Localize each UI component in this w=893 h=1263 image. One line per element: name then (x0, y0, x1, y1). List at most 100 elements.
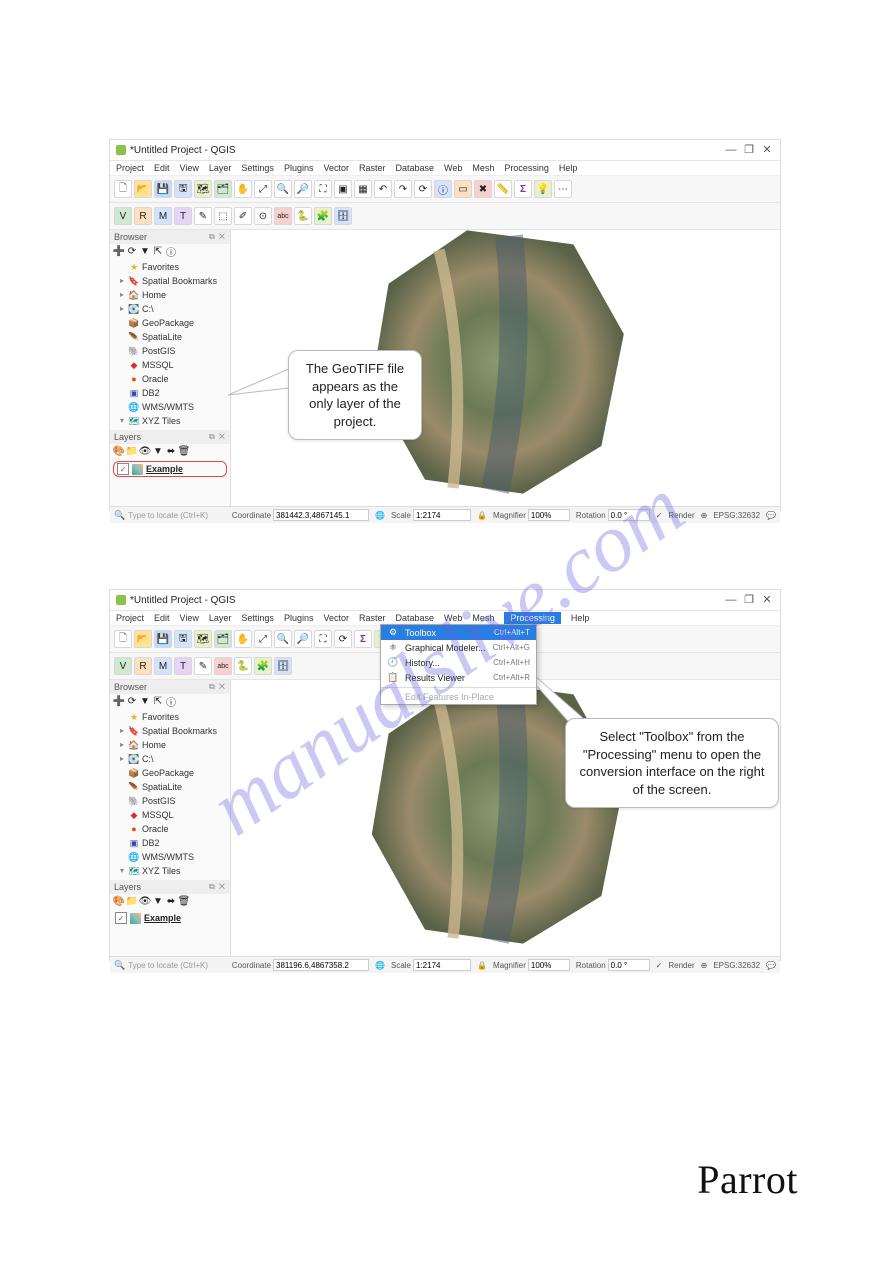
crs-icon[interactable]: ⊕ (701, 511, 708, 520)
coordinate-field[interactable] (273, 509, 369, 521)
browser-props-icon[interactable]: ⓘ (166, 246, 176, 256)
menu-vector[interactable]: Vector (323, 613, 349, 623)
browser-refresh-icon[interactable]: ⟳ (127, 696, 137, 706)
menu-settings[interactable]: Settings (241, 613, 274, 623)
menu-edit[interactable]: Edit (154, 613, 170, 623)
browser-collapse-icon[interactable]: ⇱ (153, 696, 163, 706)
maximize-button[interactable]: ❐ (742, 595, 756, 606)
close-button[interactable]: ✕ (760, 595, 774, 606)
browser-node-drive[interactable]: ▸💽C:\ (110, 302, 230, 316)
menu-web[interactable]: Web (444, 163, 462, 173)
sigma-icon[interactable]: Σ (354, 630, 372, 648)
browser-node-pg[interactable]: 🐘PostGIS (110, 794, 230, 808)
browser-add-icon[interactable]: ➕ (114, 696, 124, 706)
browser-tree[interactable]: ★Favorites▸🔖Spatial Bookmarks▸🏠Home▸💽C:\… (110, 708, 230, 880)
python-icon[interactable]: 🐍 (234, 657, 252, 675)
menu-view[interactable]: View (180, 613, 199, 623)
browser-node-feather[interactable]: 🪶SpatiaLite (110, 780, 230, 794)
zoom-out-icon[interactable]: 🔎 (294, 180, 312, 198)
sigma-icon[interactable]: Σ (514, 180, 532, 198)
menu-project[interactable]: Project (116, 613, 144, 623)
edit-icon[interactable]: ✎ (194, 207, 212, 225)
locator-search[interactable]: 🔍Type to locate (Ctrl+K) (114, 960, 208, 971)
new-project-icon[interactable]: 🗋 (114, 630, 132, 648)
browser-node-db2[interactable]: ▣DB2 (110, 386, 230, 400)
layers-style-icon[interactable]: 🎨 (114, 446, 124, 456)
menu-mesh[interactable]: Mesh (472, 163, 494, 173)
browser-node-wms[interactable]: 🌐WMS/WMTS (110, 850, 230, 864)
maximize-button[interactable]: ❐ (742, 145, 756, 156)
menu-database[interactable]: Database (396, 613, 435, 623)
browser-tree[interactable]: ★Favorites▸🔖Spatial Bookmarks▸🏠Home▸💽C:\… (110, 258, 230, 430)
select-icon[interactable]: ▭ (454, 180, 472, 198)
new-project-icon[interactable]: 🗋 (114, 180, 132, 198)
snap-icon[interactable]: ⊙ (254, 207, 272, 225)
digitize-icon[interactable]: ✐ (234, 207, 252, 225)
layout-icon[interactable]: 🗺 (194, 630, 212, 648)
browser-node-oracle[interactable]: ●Oracle (110, 372, 230, 386)
browser-node-drive[interactable]: ▸💽C:\ (110, 752, 230, 766)
save-project-icon[interactable]: 💾 (154, 180, 172, 198)
expand-icon[interactable]: ▸ (120, 275, 126, 287)
browser-node-bookmark[interactable]: ▸🔖Spatial Bookmarks (110, 724, 230, 738)
pan-icon[interactable]: ✋ (234, 630, 252, 648)
browser-node-xyz[interactable]: ▾🗺XYZ Tiles (110, 864, 230, 878)
menu-plugins[interactable]: Plugins (284, 163, 314, 173)
toolbar-more-icon[interactable]: ⋯ (554, 180, 572, 198)
menu-mesh[interactable]: Mesh (472, 613, 494, 623)
browser-node-gpkg[interactable]: 📦GeoPackage (110, 766, 230, 780)
menu-item-results-viewer[interactable]: 📋Results ViewerCtrl+Alt+R (381, 670, 536, 685)
menu-edit[interactable]: Edit (154, 163, 170, 173)
layers-list[interactable]: ✓ Example (110, 908, 230, 956)
refresh-icon[interactable]: ⟳ (334, 630, 352, 648)
zoom-layer-icon[interactable]: ▦ (354, 180, 372, 198)
expand-icon[interactable]: ▸ (120, 725, 126, 737)
pan-selection-icon[interactable]: ⤢ (254, 180, 272, 198)
save-as-icon[interactable]: 🖫 (174, 630, 192, 648)
messages-icon[interactable]: 💬 (766, 961, 776, 970)
layer-example[interactable]: ✓ Example (113, 911, 227, 925)
expand-icon[interactable]: ▸ (120, 753, 126, 765)
browser-refresh-icon[interactable]: ⟳ (127, 246, 137, 256)
crs-toggle-icon[interactable]: 🌐 (375, 511, 385, 520)
menu-help[interactable]: Help (571, 613, 590, 623)
measure-icon[interactable]: 📏 (494, 180, 512, 198)
browser-filter-icon[interactable]: ▼ (140, 246, 150, 256)
add-delimited-icon[interactable]: T (174, 207, 192, 225)
zoom-out-icon[interactable]: 🔎 (294, 630, 312, 648)
scale-field[interactable] (413, 509, 471, 521)
layout-manager-icon[interactable]: 🗂 (214, 630, 232, 648)
crs-value[interactable]: EPSG:32632 (713, 511, 760, 520)
zoom-full-icon[interactable]: ⛶ (314, 630, 332, 648)
db-icon[interactable]: 🗄 (274, 657, 292, 675)
db-icon[interactable]: 🗄 (334, 207, 352, 225)
plugin-icon[interactable]: 🧩 (254, 657, 272, 675)
browser-node-mssql[interactable]: ◆MSSQL (110, 808, 230, 822)
zoom-in-icon[interactable]: 🔍 (274, 180, 292, 198)
edit-icon[interactable]: ✎ (194, 657, 212, 675)
zoom-full-icon[interactable]: ⛶ (314, 180, 332, 198)
menu-web[interactable]: Web (444, 613, 462, 623)
crs-value[interactable]: EPSG:32632 (713, 961, 760, 970)
browser-node-db2[interactable]: ▣DB2 (110, 836, 230, 850)
browser-props-icon[interactable]: ⓘ (166, 696, 176, 706)
lock-icon[interactable]: 🔒 (477, 511, 487, 520)
rotation-field[interactable] (608, 959, 650, 971)
menu-project[interactable]: Project (116, 163, 144, 173)
layout-icon[interactable]: 🗺 (194, 180, 212, 198)
python-icon[interactable]: 🐍 (294, 207, 312, 225)
menu-processing[interactable]: Processing (504, 612, 561, 624)
menu-layer[interactable]: Layer (209, 613, 232, 623)
zoom-next-icon[interactable]: ↷ (394, 180, 412, 198)
expand-icon[interactable]: ▸ (120, 739, 126, 751)
menu-item-graphical-modeler-[interactable]: ⚛Graphical Modeler...Ctrl+Alt+G (381, 640, 536, 655)
layers-remove-icon[interactable]: 🗑 (179, 896, 189, 906)
browser-collapse-icon[interactable]: ⇱ (153, 246, 163, 256)
layers-filter-icon[interactable]: ▼ (153, 896, 163, 906)
refresh-icon[interactable]: ⟳ (414, 180, 432, 198)
abc-icon[interactable]: abc (274, 207, 292, 225)
menu-layer[interactable]: Layer (209, 163, 232, 173)
magnifier-field[interactable] (528, 509, 570, 521)
pan-selection-icon[interactable]: ⤢ (254, 630, 272, 648)
lock-icon[interactable]: 🔒 (477, 961, 487, 970)
